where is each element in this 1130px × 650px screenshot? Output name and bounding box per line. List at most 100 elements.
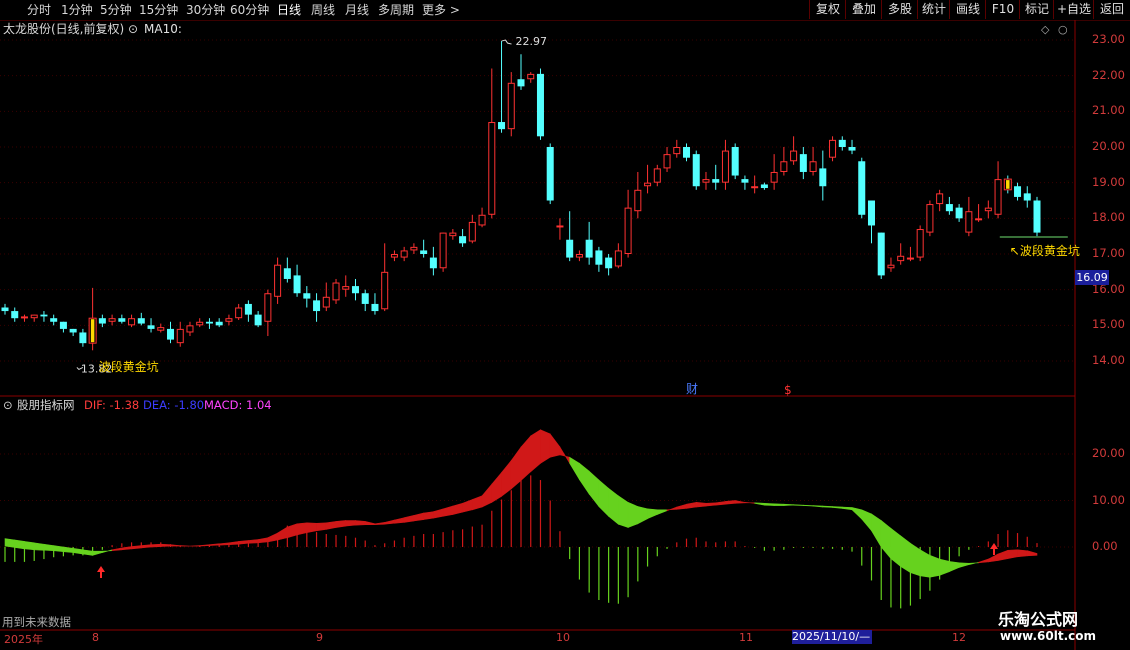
macd-ribbon-segment [880, 519, 892, 560]
macd-ribbon-segment [374, 522, 385, 525]
candle-body-down [11, 311, 19, 319]
macd-ribbon-segment [170, 544, 181, 547]
month-label-12: 12 [952, 631, 966, 644]
macd-ribbon-segment [549, 433, 561, 458]
stock-title: 太龙股份(日线,前复权) [3, 22, 125, 36]
macd-ribbon-segment [1026, 550, 1038, 557]
macd-ribbon-segment [335, 520, 347, 528]
golden-pit-signal-label: 波段黄金坑 [99, 359, 159, 374]
candle-body-down [361, 293, 369, 304]
macd-ribbon-segment [851, 507, 863, 520]
candle-body-down [760, 184, 768, 189]
candle-body-down [517, 79, 525, 87]
macd-ribbon-segment [783, 503, 794, 506]
macd-ribbon-segment [403, 514, 415, 523]
candle-body-up [975, 218, 983, 221]
candle-body-up [556, 225, 564, 228]
candle-body-up [897, 255, 905, 262]
circle-icon[interactable]: ○ [1058, 22, 1068, 38]
candle-body-up [653, 168, 661, 183]
candle-body-down [867, 200, 875, 226]
candle-body-down [283, 268, 291, 279]
candle-body-down [59, 321, 67, 329]
candle-body-down [351, 286, 359, 294]
candle-body-up [468, 221, 476, 242]
macd-ribbon-segment [832, 506, 843, 509]
macd-ribbon-segment [306, 522, 317, 533]
macd-ribbon-segment [209, 543, 220, 546]
indicator-gridlines [0, 453, 1075, 548]
macd-ribbon-segment [4, 538, 16, 548]
candle-body-down [1033, 200, 1041, 233]
macd-ribbon-segment [1017, 549, 1028, 558]
indicator-tick-label: 10.00 [1092, 492, 1125, 507]
candle-body-up [322, 296, 330, 308]
candle-body-up [390, 254, 398, 258]
macd-ribbon-segment [1007, 549, 1018, 559]
macd-ribbon-segment [277, 526, 288, 541]
candle-body-down [498, 122, 506, 130]
ma-toggle-icon[interactable]: ⊙ [128, 21, 138, 37]
candle-body-up [984, 207, 992, 212]
macd-ribbon-segment [14, 539, 25, 550]
candle-body-up [673, 147, 681, 155]
macd-ribbon-segment [199, 544, 210, 547]
candle-body-down [69, 328, 77, 333]
candle-body-down [303, 293, 311, 299]
indicator-toggle-icon[interactable]: ⊙ [3, 397, 13, 413]
macd-ribbon-segment [316, 522, 327, 532]
candle-body-up [439, 232, 447, 269]
candle-body-down [215, 321, 223, 326]
macd-ribbon-segment [744, 502, 755, 504]
candle-body-down [731, 147, 739, 176]
candle-body-down [1014, 186, 1022, 197]
candle-body-down [536, 73, 544, 137]
macd-ribbon-segment [248, 539, 259, 544]
candle-body-up [410, 246, 418, 251]
candle-body-up [829, 139, 837, 158]
month-label-8: 8 [92, 631, 99, 644]
macd-ribbon-segment [287, 523, 298, 539]
macd-ribbon-segment [510, 446, 522, 490]
macd-ribbon-segment [705, 502, 717, 507]
candle-body-down [741, 179, 749, 183]
macd-ribbon-segment [102, 549, 113, 553]
ma-label: MA10: [144, 22, 182, 36]
macd-ribbon-segment [92, 550, 103, 556]
macd-ribbon-segment [559, 445, 570, 465]
price-tick-label: 23.00 [1092, 32, 1125, 46]
candle-body-up [176, 328, 184, 344]
candle-body-up [614, 250, 622, 267]
indicator-tick-label: 0.00 [1092, 539, 1118, 553]
diamond-icon[interactable]: ◇ [1041, 22, 1049, 38]
macd-ribbon-segment [997, 549, 1009, 561]
candle-body-down [1023, 193, 1031, 201]
macd-ribbon-segment [238, 540, 249, 545]
macd-ribbon-segment [24, 541, 35, 551]
chart-annotations: 22.9713.82波段黄金坑↖波段黄金坑财 $ [76, 35, 1080, 578]
year-label: 2025年 [4, 633, 43, 646]
candle-body-up [274, 264, 282, 297]
future-data-note: 用到未来数据 [2, 615, 71, 629]
macd-ribbon-segment [715, 501, 726, 506]
candle-body-up [575, 254, 583, 258]
candle-body-up [342, 286, 350, 290]
dif-value: DIF: -1.38 [84, 398, 140, 412]
macd-ribbon-segment [433, 508, 444, 519]
price-tick-label: 17.00 [1092, 246, 1125, 260]
macd-ribbon-segment [773, 503, 785, 506]
watermark-name: 乐淘公式网 [998, 610, 1079, 629]
macd-ribbon-segment [452, 502, 463, 515]
macd-ribbon-segment [325, 521, 337, 530]
candle-body-down [50, 318, 58, 322]
kline-chart[interactable]: 22.9713.82波段黄金坑↖波段黄金坑财 $ [0, 0, 1130, 650]
macd-ribbon-segment [472, 495, 483, 511]
macd-ribbon-segment [481, 483, 493, 508]
macd-ribbon-segment [647, 508, 658, 520]
candle-body-up [721, 150, 729, 183]
candle-body-up [644, 182, 652, 187]
macd-ribbon-segment [919, 549, 931, 578]
candle-body-up [449, 232, 457, 237]
candle-body-down [595, 250, 603, 265]
candle-body-down [205, 321, 213, 324]
